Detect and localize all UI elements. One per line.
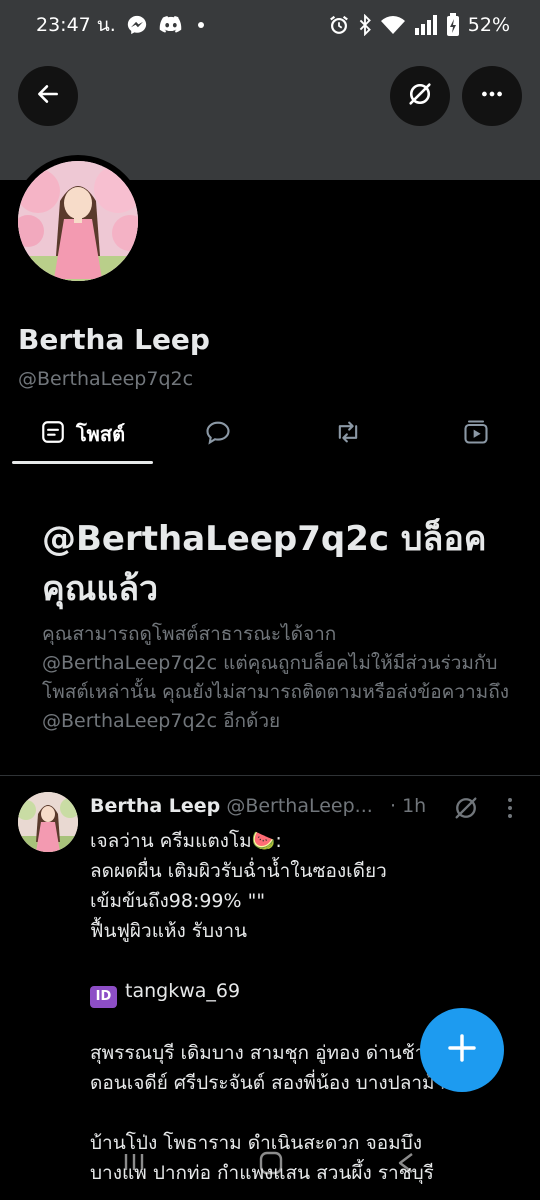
profile-handle: @BerthaLeep7q2c [18, 368, 194, 390]
status-time: 23:47 น. [36, 14, 116, 36]
tab-replies[interactable] [180, 404, 255, 464]
profile-tabs: โพสต์ [0, 404, 540, 464]
post-text: เจลว่าน ครีมแตงโม🍉: ลดผดผื่น เติมผิวรับฉ… [90, 826, 530, 1188]
post-mute-button[interactable] [452, 794, 480, 826]
post-author-avatar[interactable] [18, 792, 78, 852]
back-icon[interactable] [394, 1150, 418, 1180]
post-timestamp: · 1h [388, 795, 427, 817]
id-badge-icon: ID [90, 986, 117, 1008]
media-icon [462, 418, 490, 450]
posts-icon [40, 419, 66, 449]
home-icon[interactable] [258, 1150, 284, 1180]
blocked-notice-body: คุณสามารถดูโพสต์สาธารณะได้จาก @BerthaLee… [42, 623, 509, 732]
tab-posts[interactable]: โพสต์ [12, 404, 153, 464]
dot-icon [194, 18, 208, 32]
post-author-handle[interactable]: @BerthaLeep... [226, 795, 372, 817]
battery-icon [446, 13, 460, 37]
post-line: เจลว่าน ครีมแตงโม🍉: [90, 830, 282, 852]
muted-notification-icon [406, 80, 434, 112]
blocked-notice-title: @BerthaLeep7q2c บล็อคคุณแล้ว [42, 519, 487, 609]
status-bar: 23:47 น. 52% [0, 0, 540, 50]
profile-avatar[interactable] [12, 155, 144, 287]
tab-media[interactable] [438, 404, 513, 464]
post-line-id: ID tangkwa_69 [90, 976, 530, 1008]
tab-reposts[interactable] [310, 404, 385, 464]
plus-icon [446, 1032, 478, 1068]
profile-display-name: Bertha Leep [18, 323, 210, 356]
post-line: บางแพ ปากท่อ กำแพงแสน สวนผึ้ง ราชบุรี [90, 1162, 434, 1184]
reposts-icon [333, 418, 363, 450]
more-options-button[interactable] [462, 66, 522, 126]
post-line: ลดผดผื่น เติมผิวรับฉ่ำน้ำในซองเดียว [90, 860, 387, 882]
back-arrow-icon [35, 81, 61, 111]
replies-icon [204, 418, 232, 450]
bluetooth-icon [358, 14, 372, 36]
back-button[interactable] [18, 66, 78, 126]
post-line: บ้านโป่ง โพธาราม ดำเนินสะดวก จอมบึง [90, 1132, 422, 1154]
active-tab-indicator [12, 461, 153, 464]
wifi-icon [380, 14, 406, 36]
notification-toggle-button[interactable] [390, 66, 450, 126]
signal-icon [414, 14, 438, 36]
post-line: ฟื้นฟูผิวแห้ง รับงาน [90, 920, 247, 942]
post-more-button[interactable] [502, 794, 518, 826]
tab-posts-label: โพสต์ [75, 422, 126, 446]
post-line: เข้มข้นถึง98:99% "" [90, 890, 266, 912]
post-header: Bertha Leep @BerthaLeep... [90, 795, 430, 817]
discord-icon [158, 15, 184, 35]
alarm-icon [328, 14, 350, 36]
muted-notification-icon [452, 797, 480, 826]
recent-apps-icon[interactable] [120, 1150, 148, 1178]
battery-percent: 52% [467, 14, 510, 36]
post-author-name[interactable]: Bertha Leep [90, 795, 220, 817]
messenger-icon [126, 14, 148, 36]
post-line: tangkwa_69 [125, 980, 241, 1002]
more-vertical-icon [502, 798, 518, 826]
more-horizontal-icon [479, 81, 505, 111]
divider [0, 775, 540, 776]
compose-post-button[interactable] [420, 1008, 504, 1092]
avatar [18, 161, 138, 281]
